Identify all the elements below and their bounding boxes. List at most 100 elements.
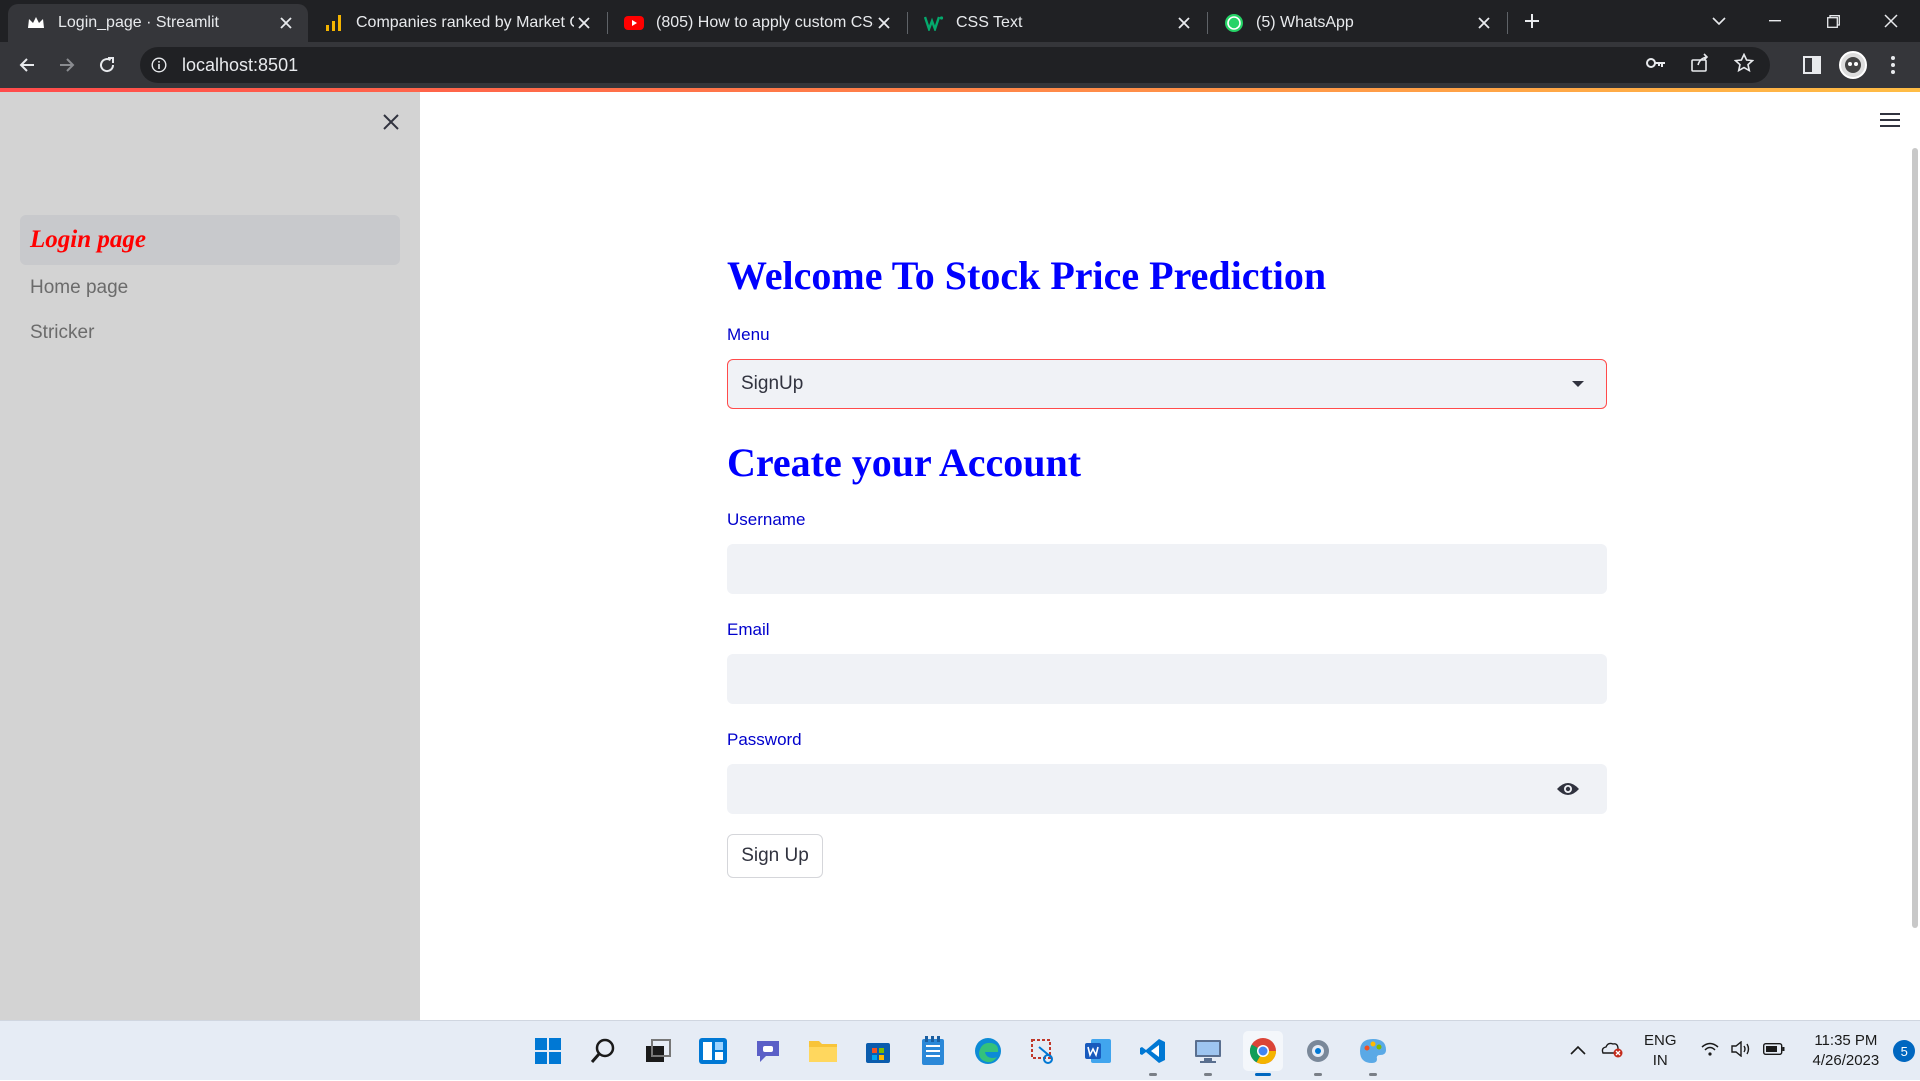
close-sidebar-icon[interactable]	[378, 109, 404, 135]
menu-select[interactable]: SignUp	[727, 359, 1607, 409]
windows-taskbar: ENG IN 11:35 PM 4/26/2023 5	[0, 1020, 1920, 1080]
profile-avatar[interactable]	[1838, 50, 1868, 80]
sign-up-button[interactable]: Sign Up	[727, 834, 823, 878]
restore-icon[interactable]	[1818, 6, 1848, 36]
chrome-icon[interactable]	[1243, 1031, 1283, 1076]
sidebar: Login page Home page Stricker	[0, 92, 420, 1020]
task-view-icon[interactable]	[638, 1031, 678, 1071]
url-text: localhost:8501	[182, 54, 299, 75]
running-indicator	[1204, 1073, 1212, 1076]
password-input[interactable]	[727, 764, 1607, 814]
bookmark-star-icon[interactable]	[1733, 52, 1755, 78]
tab-css-text[interactable]: CSS Text	[906, 4, 1206, 42]
close-tab-icon[interactable]	[1174, 13, 1194, 33]
email-input[interactable]	[727, 654, 1607, 704]
share-icon[interactable]	[1690, 52, 1710, 78]
sidebar-item-stricker[interactable]: Stricker	[20, 310, 400, 355]
show-hidden-icons-chevron-icon[interactable]	[1570, 1042, 1586, 1060]
windows-start-icon[interactable]	[528, 1031, 568, 1071]
tab-login-page[interactable]: Login_page · Streamlit	[8, 4, 308, 42]
tab-title: Companies ranked by Market Cap	[356, 14, 574, 31]
tab-title: (5) WhatsApp	[1256, 14, 1354, 31]
close-tab-icon[interactable]	[1474, 13, 1494, 33]
menu-selected-value: SignUp	[741, 373, 804, 394]
sidebar-item-label: Login page	[30, 226, 146, 253]
streamlit-crown-icon	[26, 13, 46, 33]
bar-chart-icon	[324, 13, 344, 33]
tab-youtube[interactable]: (805) How to apply custom CSS s	[606, 4, 906, 42]
search-icon[interactable]	[583, 1031, 623, 1071]
onedrive-error-icon[interactable]	[1600, 1040, 1624, 1063]
notepad-icon[interactable]	[913, 1031, 953, 1071]
sidebar-item-login-page[interactable]: Login page	[20, 215, 400, 265]
region-text: IN	[1652, 1052, 1668, 1069]
language-text: ENG	[1644, 1032, 1677, 1049]
sidebar-item-label: Home page	[30, 276, 129, 298]
back-icon[interactable]	[12, 50, 42, 80]
snipping-tool-icon[interactable]	[1023, 1031, 1063, 1071]
forward-icon[interactable]	[52, 50, 82, 80]
running-indicator	[1149, 1073, 1157, 1076]
eye-icon[interactable]	[1555, 778, 1581, 800]
hamburger-menu-icon[interactable]	[1878, 110, 1902, 130]
username-input[interactable]	[727, 544, 1607, 594]
notification-badge[interactable]: 5	[1893, 1040, 1916, 1062]
site-info-icon[interactable]	[150, 56, 168, 74]
paint-icon[interactable]	[1353, 1031, 1393, 1076]
settings-icon[interactable]	[1298, 1031, 1338, 1076]
close-tab-icon[interactable]	[574, 13, 594, 33]
scrollbar[interactable]	[1912, 148, 1918, 928]
widgets-icon[interactable]	[693, 1031, 733, 1071]
page-title: Welcome To Stock Price Prediction	[727, 253, 1327, 298]
word-icon[interactable]	[1078, 1031, 1118, 1071]
ms-store-icon[interactable]	[858, 1031, 898, 1071]
username-label: Username	[727, 510, 806, 529]
minimize-icon[interactable]	[1760, 6, 1790, 36]
whatsapp-icon	[1224, 13, 1244, 33]
vscode-icon[interactable]	[1133, 1031, 1173, 1076]
sidebar-item-label: Stricker	[30, 321, 95, 343]
browser-tab-bar: Login_page · Streamlit Companies ranked …	[0, 0, 1920, 42]
running-indicator	[1314, 1073, 1322, 1076]
input-language-indicator[interactable]: ENG IN	[1644, 1031, 1677, 1071]
date-text: 4/26/2023	[1812, 1052, 1880, 1069]
password-label: Password	[727, 730, 802, 749]
close-tab-icon[interactable]	[276, 13, 296, 33]
volume-icon[interactable]	[1730, 1040, 1751, 1062]
tab-whatsapp[interactable]: (5) WhatsApp	[1206, 4, 1506, 42]
edge-icon[interactable]	[968, 1031, 1008, 1071]
youtube-icon	[624, 13, 644, 33]
w3schools-icon	[924, 13, 944, 33]
email-label: Email	[727, 620, 770, 639]
browser-menu-icon[interactable]	[1878, 50, 1908, 80]
wifi-icon[interactable]	[1701, 1042, 1719, 1061]
key-icon[interactable]	[1646, 56, 1666, 74]
main-content: Welcome To Stock Price Prediction Menu S…	[420, 92, 1920, 1020]
tab-companies[interactable]: Companies ranked by Market Cap	[306, 4, 606, 42]
teams-chat-icon[interactable]	[748, 1031, 788, 1071]
menu-label: Menu	[727, 325, 770, 344]
address-toolbar: localhost:8501	[0, 42, 1920, 88]
side-panel-icon[interactable]	[1797, 50, 1827, 80]
close-tab-icon[interactable]	[874, 13, 894, 33]
clock[interactable]: 11:35 PM 4/26/2023	[1813, 1031, 1880, 1071]
close-window-icon[interactable]	[1876, 6, 1906, 36]
new-tab-icon[interactable]	[1520, 9, 1544, 33]
tab-title: (805) How to apply custom CSS s	[656, 14, 874, 31]
tab-search-chevron-icon[interactable]	[1704, 6, 1734, 36]
sidebar-item-home-page[interactable]: Home page	[20, 265, 400, 310]
time-text: 11:35 PM	[1814, 1032, 1878, 1049]
tab-separator	[1507, 12, 1508, 34]
running-indicator	[1369, 1073, 1377, 1076]
reload-icon[interactable]	[92, 50, 122, 80]
section-title: Create your Account	[727, 440, 1082, 485]
running-indicator	[1255, 1073, 1271, 1076]
system-tray: ENG IN 11:35 PM 4/26/2023 5	[1570, 1021, 1916, 1081]
omnibox[interactable]: localhost:8501	[140, 47, 1770, 83]
remote-desktop-icon[interactable]	[1188, 1031, 1228, 1076]
battery-icon[interactable]	[1762, 1042, 1785, 1060]
sidebar-nav: Login page Home page Stricker	[20, 215, 400, 355]
tab-title: CSS Text	[956, 14, 1023, 31]
password-field	[727, 764, 1607, 814]
file-explorer-icon[interactable]	[803, 1031, 843, 1071]
